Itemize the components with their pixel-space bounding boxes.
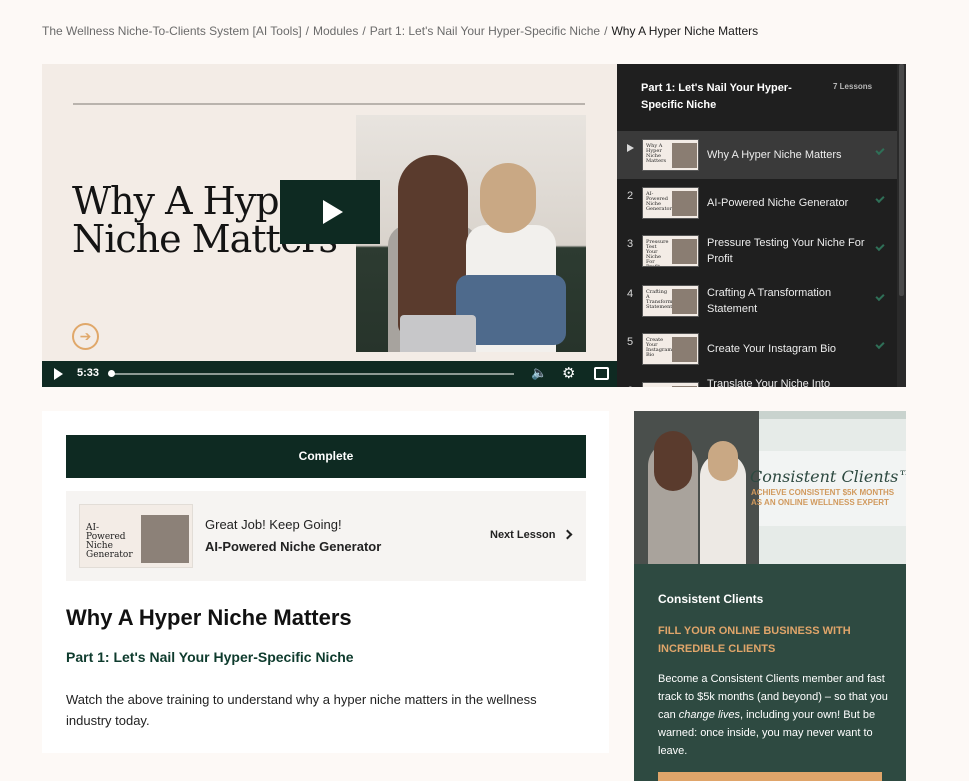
playlist-item-thumbnail bbox=[642, 382, 699, 387]
banner-hair-right bbox=[708, 441, 738, 481]
thumbnail-divider bbox=[73, 103, 585, 105]
playlist-item-thumbnail: Why A Hyper Niche Matters bbox=[642, 139, 699, 171]
complete-button[interactable]: Complete bbox=[66, 435, 586, 478]
promo-headline: FILL YOUR ONLINE BUSINESS WITH INCREDIBL… bbox=[658, 625, 851, 655]
thumbnail-photo bbox=[672, 143, 697, 168]
thumbnail-text: AI-Powered Niche Generator bbox=[646, 191, 672, 212]
thumbnail-photo bbox=[672, 239, 697, 264]
photo-hair-right bbox=[480, 163, 536, 233]
big-play-button[interactable] bbox=[280, 180, 380, 244]
playlist-item-label: Why A Hyper Niche Matters bbox=[707, 149, 842, 161]
breadcrumb-modules[interactable]: Modules bbox=[313, 24, 358, 38]
progress-knob[interactable] bbox=[108, 370, 115, 377]
breadcrumb-separator: / bbox=[305, 24, 309, 38]
video-time: 5:33 bbox=[77, 367, 100, 379]
promo-cta-button[interactable] bbox=[658, 772, 882, 781]
next-lesson-thumbnail: AI-Powered Niche Generator bbox=[79, 504, 193, 568]
promo-body-italic: change lives bbox=[678, 709, 740, 721]
check-icon bbox=[875, 339, 885, 350]
lesson-description: Watch the above training to understand w… bbox=[66, 692, 537, 728]
now-playing-icon bbox=[627, 144, 634, 152]
banner-hair-left bbox=[654, 431, 692, 491]
banner-subtitle: ACHIEVE CONSISTENT $5K MONTHS AS AN ONLI… bbox=[751, 488, 895, 507]
chevron-right-icon[interactable] bbox=[562, 529, 573, 540]
playlist-item-number: 6 bbox=[627, 385, 633, 387]
gear-icon[interactable]: ⚙ bbox=[562, 364, 575, 382]
playlist-item-number: 3 bbox=[627, 238, 634, 250]
lesson-content-card: Complete AI-Powered Niche Generator Grea… bbox=[42, 411, 609, 753]
breadcrumb-separator: / bbox=[604, 24, 608, 38]
playlist-item-label: Pressure Testing Your Niche For Profit bbox=[707, 237, 865, 265]
next-lesson-encouragement: Great Job! Keep Going! bbox=[205, 517, 342, 532]
next-lesson-box[interactable]: AI-Powered Niche Generator Great Job! Ke… bbox=[66, 491, 586, 581]
playlist-item[interactable]: 3 Pressure Test Your Niche For Profit Pr… bbox=[617, 227, 897, 275]
thumbnail-photo bbox=[672, 289, 697, 314]
playlist-item-label: Translate Your Niche Into bbox=[707, 378, 831, 387]
breadcrumb: The Wellness Niche-To-Clients System [AI… bbox=[42, 24, 758, 38]
playlist-item[interactable]: 2 AI-Powered Niche Generator AI-Powered … bbox=[617, 179, 897, 227]
playlist-item-thumbnail: AI-Powered Niche Generator bbox=[642, 187, 699, 219]
check-icon bbox=[875, 291, 885, 302]
video-controls: 5:33 🔈 ⚙ bbox=[42, 361, 617, 387]
lesson-playlist: Part 1: Let's Nail Your Hyper-Specific N… bbox=[617, 64, 906, 387]
thumbnail-photo bbox=[672, 386, 697, 387]
next-lesson-title: AI-Powered Niche Generator bbox=[205, 539, 382, 554]
video-player[interactable]: Why A Hyper Niche Matters ➔ 5:33 🔈 ⚙ bbox=[42, 64, 617, 387]
next-lesson-link[interactable]: Next Lesson bbox=[490, 529, 555, 541]
promo-banner[interactable]: Consistent Clients™ ACHIEVE CONSISTENT $… bbox=[634, 411, 906, 564]
next-lesson-thumbnail-photo bbox=[141, 515, 189, 563]
playlist-scrollbar-thumb[interactable] bbox=[899, 64, 904, 296]
fullscreen-icon[interactable] bbox=[594, 367, 609, 380]
thumbnail-photo bbox=[672, 191, 697, 216]
play-icon[interactable] bbox=[54, 368, 63, 380]
arrow-right-circle-icon: ➔ bbox=[72, 323, 99, 350]
check-icon bbox=[875, 145, 885, 156]
next-lesson-thumbnail-text: AI-Powered Niche Generator bbox=[86, 523, 133, 560]
playlist-item-number: 2 bbox=[627, 190, 634, 202]
playlist-item-label: Create Your Instagram Bio bbox=[707, 343, 837, 355]
playlist-count: 7 Lessons bbox=[833, 82, 873, 91]
thumbnail-text: Pressure Test Your Niche For Profit bbox=[646, 239, 669, 267]
promo-title: Consistent Clients bbox=[658, 592, 764, 606]
lesson-subtitle: Part 1: Let's Nail Your Hyper-Specific N… bbox=[66, 649, 354, 665]
breadcrumb-separator: / bbox=[362, 24, 366, 38]
photo-laptop bbox=[400, 315, 476, 352]
playlist-item[interactable]: Why A Hyper Niche Matters Why A Hyper Ni… bbox=[617, 131, 897, 179]
playlist-item-thumbnail: Crafting A Transformation Statement bbox=[642, 285, 699, 317]
playlist-item-label: AI-Powered Niche Generator bbox=[707, 197, 849, 209]
playlist-item-thumbnail: Create Your Instagram Bio bbox=[642, 333, 699, 365]
progress-track[interactable] bbox=[110, 373, 514, 375]
thumbnail-photo bbox=[672, 337, 697, 362]
playlist-item-number: 5 bbox=[627, 336, 634, 348]
breadcrumb-part[interactable]: Part 1: Let's Nail Your Hyper-Specific N… bbox=[370, 24, 600, 38]
playlist-item[interactable]: 6 Translate Your Niche Into bbox=[617, 374, 897, 387]
volume-icon[interactable]: 🔈 bbox=[531, 365, 547, 381]
video-thumbnail-photo bbox=[356, 115, 586, 352]
promo-card: Consistent Clients™ ACHIEVE CONSISTENT $… bbox=[634, 411, 906, 781]
check-icon bbox=[875, 241, 885, 252]
playlist-item-label: Crafting A Transformation Statement bbox=[707, 287, 832, 315]
thumbnail-text: Create Your Instagram Bio bbox=[646, 337, 673, 358]
playlist-item-thumbnail: Pressure Test Your Niche For Profit bbox=[642, 235, 699, 267]
lesson-title: Why A Hyper Niche Matters bbox=[66, 605, 352, 630]
promo-body: Become a Consistent Clients member and f… bbox=[658, 670, 890, 760]
thumbnail-text: Crafting A Transformation Statement bbox=[646, 289, 686, 310]
banner-stripe-top bbox=[759, 411, 906, 419]
breadcrumb-course[interactable]: The Wellness Niche-To-Clients System [AI… bbox=[42, 24, 302, 38]
playlist-scrollbar[interactable] bbox=[897, 64, 906, 387]
playlist-item[interactable]: 5 Create Your Instagram Bio Create Your … bbox=[617, 325, 897, 373]
thumbnail-text: Why A Hyper Niche Matters bbox=[646, 143, 667, 164]
check-icon bbox=[875, 193, 885, 204]
playlist-item-number: 4 bbox=[627, 288, 634, 300]
breadcrumb-current: Why A Hyper Niche Matters bbox=[611, 24, 759, 38]
playlist-title: Part 1: Let's Nail Your Hyper-Specific N… bbox=[641, 82, 792, 111]
banner-title: Consistent Clients™ bbox=[750, 467, 906, 486]
playlist-item[interactable]: 4 Crafting A Transformation Statement Cr… bbox=[617, 277, 897, 325]
